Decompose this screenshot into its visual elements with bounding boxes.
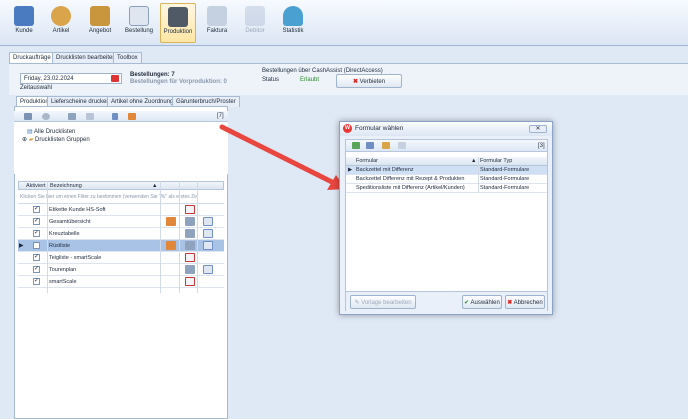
formular-typ: Standard-Formulare: [480, 176, 530, 182]
edit-icon: ✎: [354, 300, 360, 306]
formular-typ: Standard-Formulare: [480, 167, 530, 173]
app-logo-icon: W: [343, 124, 352, 133]
dialog-count: [3]: [538, 143, 545, 149]
formular-name: Backzettel mit Differenz: [356, 167, 414, 173]
col-formular-typ[interactable]: Formular Typ: [480, 158, 512, 164]
check-icon: ✔: [464, 300, 470, 306]
formular-dialog: W Formular wählen ✕ [3] Formular ▲ Formu…: [339, 121, 553, 315]
edit-icon[interactable]: [382, 142, 390, 149]
vorlage-bearbeiten-button[interactable]: ✎ Vorlage bearbeiten: [350, 295, 416, 309]
formular-typ: Standard-Formulare: [480, 185, 530, 191]
remove-icon[interactable]: [398, 142, 406, 149]
row-pointer-icon: ▶: [348, 167, 353, 173]
sort-asc-icon: ▲: [471, 158, 477, 164]
dialog-row[interactable]: Backzettel Differenz mit Rezept & Produk…: [346, 175, 547, 184]
dialog-grid-divider: [478, 157, 479, 193]
dialog-title: Formular wählen: [355, 125, 404, 132]
dialog-row-selected[interactable]: ▶ Backzettel mit Differenz Standard-Form…: [346, 166, 547, 175]
dialog-toolbar: [3]: [346, 140, 547, 152]
formular-name: Speditionsliste mit Differenz (Artikel/K…: [356, 185, 465, 191]
close-button[interactable]: ✕: [529, 125, 547, 133]
dialog-row[interactable]: Speditionsliste mit Differenz (Artikel/K…: [346, 184, 547, 193]
auswaehlen-button[interactable]: ✔ Auswählen: [462, 295, 502, 309]
col-formular[interactable]: Formular: [356, 158, 378, 164]
formular-name: Backzettel Differenz mit Rezept & Produk…: [356, 176, 465, 182]
dialog-titlebar: W Formular wählen ✕: [340, 122, 552, 136]
arrow-shaft: [219, 124, 339, 187]
add-icon[interactable]: [366, 142, 374, 149]
dialog-content: [3] Formular ▲ Formular Typ ▶ Backzettel…: [345, 139, 548, 311]
accept-icon[interactable]: [352, 142, 360, 149]
dialog-grid-header: Formular ▲ Formular Typ: [346, 157, 547, 166]
close-x-icon: ✖: [507, 300, 513, 306]
abbrechen-button[interactable]: ✖ Abbrechen: [505, 295, 545, 309]
dialog-button-bar: ✎ Vorlage bearbeiten ✔ Auswählen ✖ Abbre…: [346, 291, 547, 311]
